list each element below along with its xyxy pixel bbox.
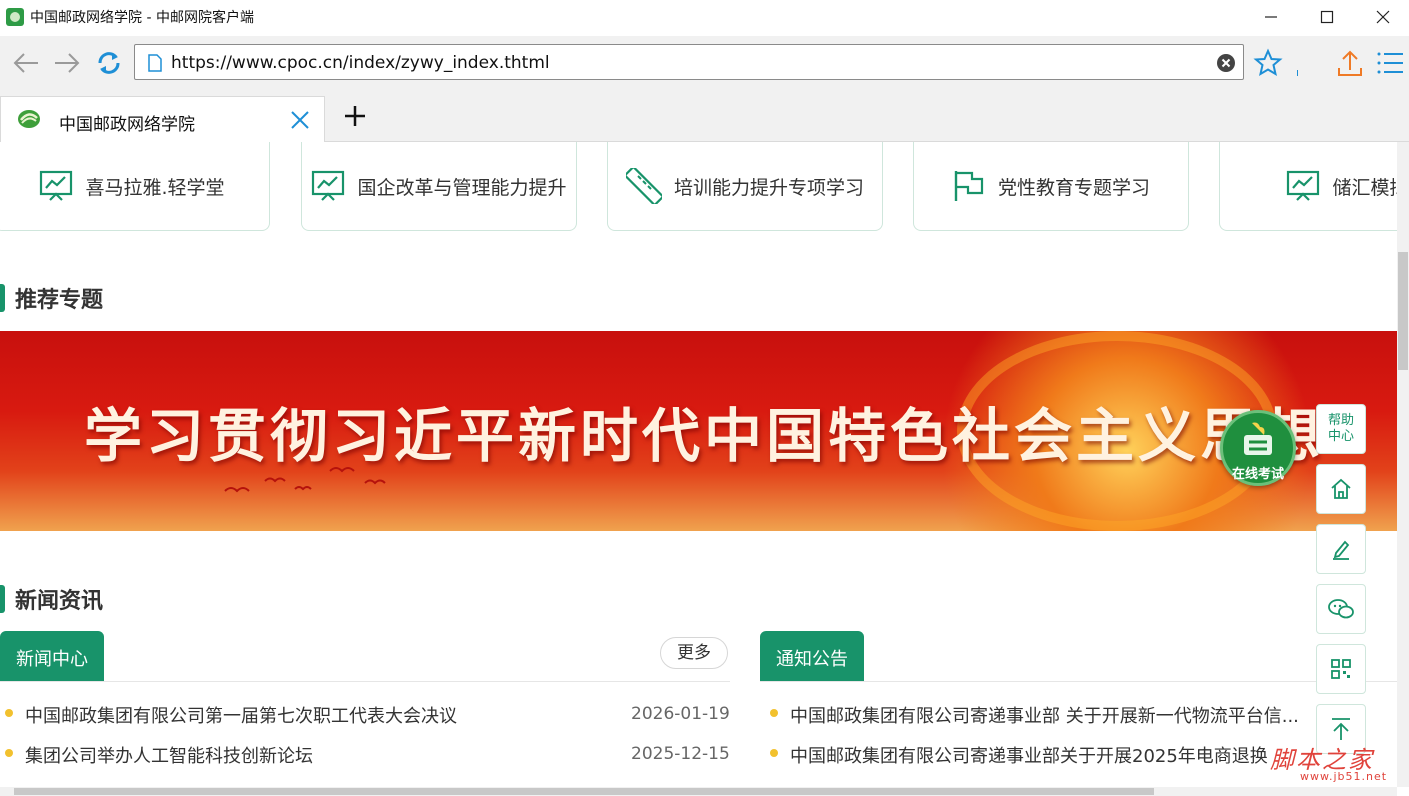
menu-button[interactable]	[1373, 46, 1407, 80]
clear-url-button[interactable]	[1217, 54, 1235, 76]
help-center-button[interactable]: 帮助中心	[1316, 404, 1366, 454]
quick-card-label: 党性教育专题学习	[997, 176, 1150, 199]
horizontal-scroll-thumb[interactable]	[14, 788, 1154, 795]
tab-label: 通知公告	[776, 649, 848, 670]
home-button[interactable]	[1316, 464, 1366, 514]
section-title: 新闻资讯	[15, 589, 104, 614]
edit-button[interactable]	[1316, 524, 1366, 574]
download-button[interactable]	[1264, 46, 1298, 80]
minimize-button[interactable]	[1245, 0, 1297, 34]
section-accent-bar	[0, 585, 5, 613]
window-title: 中国邮政网络学院 - 中邮网院客户端	[30, 10, 254, 26]
notice-item-link[interactable]: 中国邮政集团有限公司寄递事业部 关于开展新一代物流平台信...	[790, 702, 1330, 726]
flag-icon	[954, 171, 984, 201]
quick-card-label: 储汇模拟实	[1332, 176, 1397, 199]
upload-button[interactable]	[1333, 46, 1367, 80]
wechat-button[interactable]	[1316, 584, 1366, 634]
back-to-top-icon	[1332, 718, 1350, 740]
help-center-label: 帮助中心	[1327, 413, 1354, 444]
maximize-icon	[1320, 10, 1334, 24]
close-icon	[1376, 10, 1390, 24]
vertical-scroll-thumb[interactable]	[1398, 252, 1408, 370]
app-logo-icon	[6, 8, 24, 26]
quick-card-label: 国企改革与管理能力提升	[357, 176, 567, 199]
forward-button[interactable]	[50, 46, 84, 80]
topic-banner[interactable]: 学习贯彻习近平新时代中国特色社会主义思想	[0, 331, 1397, 531]
banner-title: 学习贯彻习近平新时代中国特色社会主义思想	[84, 402, 1325, 470]
more-button[interactable]: 更多	[660, 637, 728, 669]
close-icon	[291, 111, 309, 129]
presentation-chart-icon	[40, 170, 73, 201]
divider	[0, 681, 730, 682]
quick-card-soe-reform[interactable]: 国企改革与管理能力提升	[301, 142, 577, 231]
browser-window: 中国邮政网络学院 - 中邮网院客户端 https://www.cpoc.cn/i…	[0, 0, 1409, 796]
bullet-dot	[5, 749, 13, 757]
title-bar: 中国邮政网络学院 - 中邮网院客户端	[0, 0, 1409, 34]
tab-news-center[interactable]: 新闻中心	[0, 631, 104, 682]
minimize-icon	[1265, 16, 1277, 18]
quick-card-savings-simulation[interactable]: 储汇模拟实	[1219, 142, 1397, 231]
exam-paper-icon	[1244, 422, 1272, 455]
bullet-dot	[770, 709, 778, 717]
navigation-bar: https://www.cpoc.cn/index/zywy_index.tht…	[0, 36, 1409, 92]
bullet-dot	[770, 749, 778, 757]
tab-bar: 中国邮政网络学院	[0, 92, 1409, 142]
news-section-header: 新闻资讯	[0, 583, 103, 615]
bullet-dot	[5, 709, 13, 717]
watermark-url: www.jb51.net	[1300, 770, 1388, 783]
online-exam-button[interactable]: 在线考试	[1220, 410, 1296, 486]
page-content: 喜马拉雅.轻学堂 国企改革与管理能力提升 培训能力提升专项学习 党性教育专题学习…	[0, 142, 1397, 787]
maximize-button[interactable]	[1301, 0, 1353, 34]
site-logo-icon	[18, 110, 40, 128]
news-date: 2025-12-15	[631, 744, 730, 764]
home-icon	[1331, 478, 1351, 499]
quick-card-party-education[interactable]: 党性教育专题学习	[913, 142, 1189, 231]
qrcode-button[interactable]	[1316, 644, 1366, 694]
section-title: 推荐专题	[15, 288, 104, 313]
presentation-chart-icon	[1287, 170, 1320, 201]
ruler-icon	[625, 168, 662, 204]
page-icon	[148, 54, 162, 72]
presentation-chart-icon	[312, 170, 345, 201]
arrow-left-icon	[13, 53, 38, 73]
refresh-icon	[98, 52, 120, 74]
divider	[760, 681, 1397, 682]
notice-item-link[interactable]: 中国邮政集团有限公司寄递事业部关于开展2025年电商退换	[790, 742, 1290, 766]
address-bar[interactable]: https://www.cpoc.cn/index/zywy_index.tht…	[134, 44, 1244, 80]
download-icon	[1297, 70, 1298, 76]
news-item-link[interactable]: 中国邮政集团有限公司第一届第七次职工代表大会决议	[25, 702, 615, 726]
horizontal-scrollbar[interactable]	[0, 787, 1397, 796]
quick-card-label: 喜马拉雅.轻学堂	[85, 176, 225, 199]
tab-label: 新闻中心	[16, 649, 88, 670]
vertical-scrollbar[interactable]	[1397, 142, 1409, 787]
clear-circle-icon	[1217, 54, 1235, 72]
quick-card-himalaya[interactable]: 喜马拉雅.轻学堂	[0, 142, 270, 231]
refresh-button[interactable]	[92, 46, 126, 80]
close-tab-button[interactable]	[290, 110, 310, 134]
qrcode-icon	[1331, 659, 1351, 679]
list-menu-icon	[1377, 52, 1403, 74]
url-text[interactable]: https://www.cpoc.cn/index/zywy_index.tht…	[171, 53, 550, 73]
tab-cpoc[interactable]: 中国邮政网络学院	[0, 96, 325, 142]
quick-card-label: 培训能力提升专项学习	[673, 176, 864, 199]
news-item-link[interactable]: 集团公司举办人工智能科技创新论坛	[25, 742, 615, 766]
upload-icon	[1338, 50, 1362, 76]
close-window-button[interactable]	[1357, 0, 1409, 34]
plus-icon	[345, 106, 365, 126]
tab-notices[interactable]: 通知公告	[760, 631, 864, 682]
arrow-right-icon	[55, 53, 80, 73]
back-button[interactable]	[9, 46, 43, 80]
edit-icon	[1333, 540, 1350, 560]
section-accent-bar	[0, 284, 5, 312]
online-exam-label: 在线考试	[1231, 467, 1284, 482]
quick-card-training[interactable]: 培训能力提升专项学习	[607, 142, 883, 231]
tab-title: 中国邮政网络学院	[59, 115, 195, 135]
new-tab-button[interactable]	[343, 104, 367, 132]
recommended-section-header: 推荐专题	[0, 282, 103, 314]
wechat-icon	[1328, 599, 1354, 619]
news-date: 2026-01-19	[631, 704, 730, 724]
